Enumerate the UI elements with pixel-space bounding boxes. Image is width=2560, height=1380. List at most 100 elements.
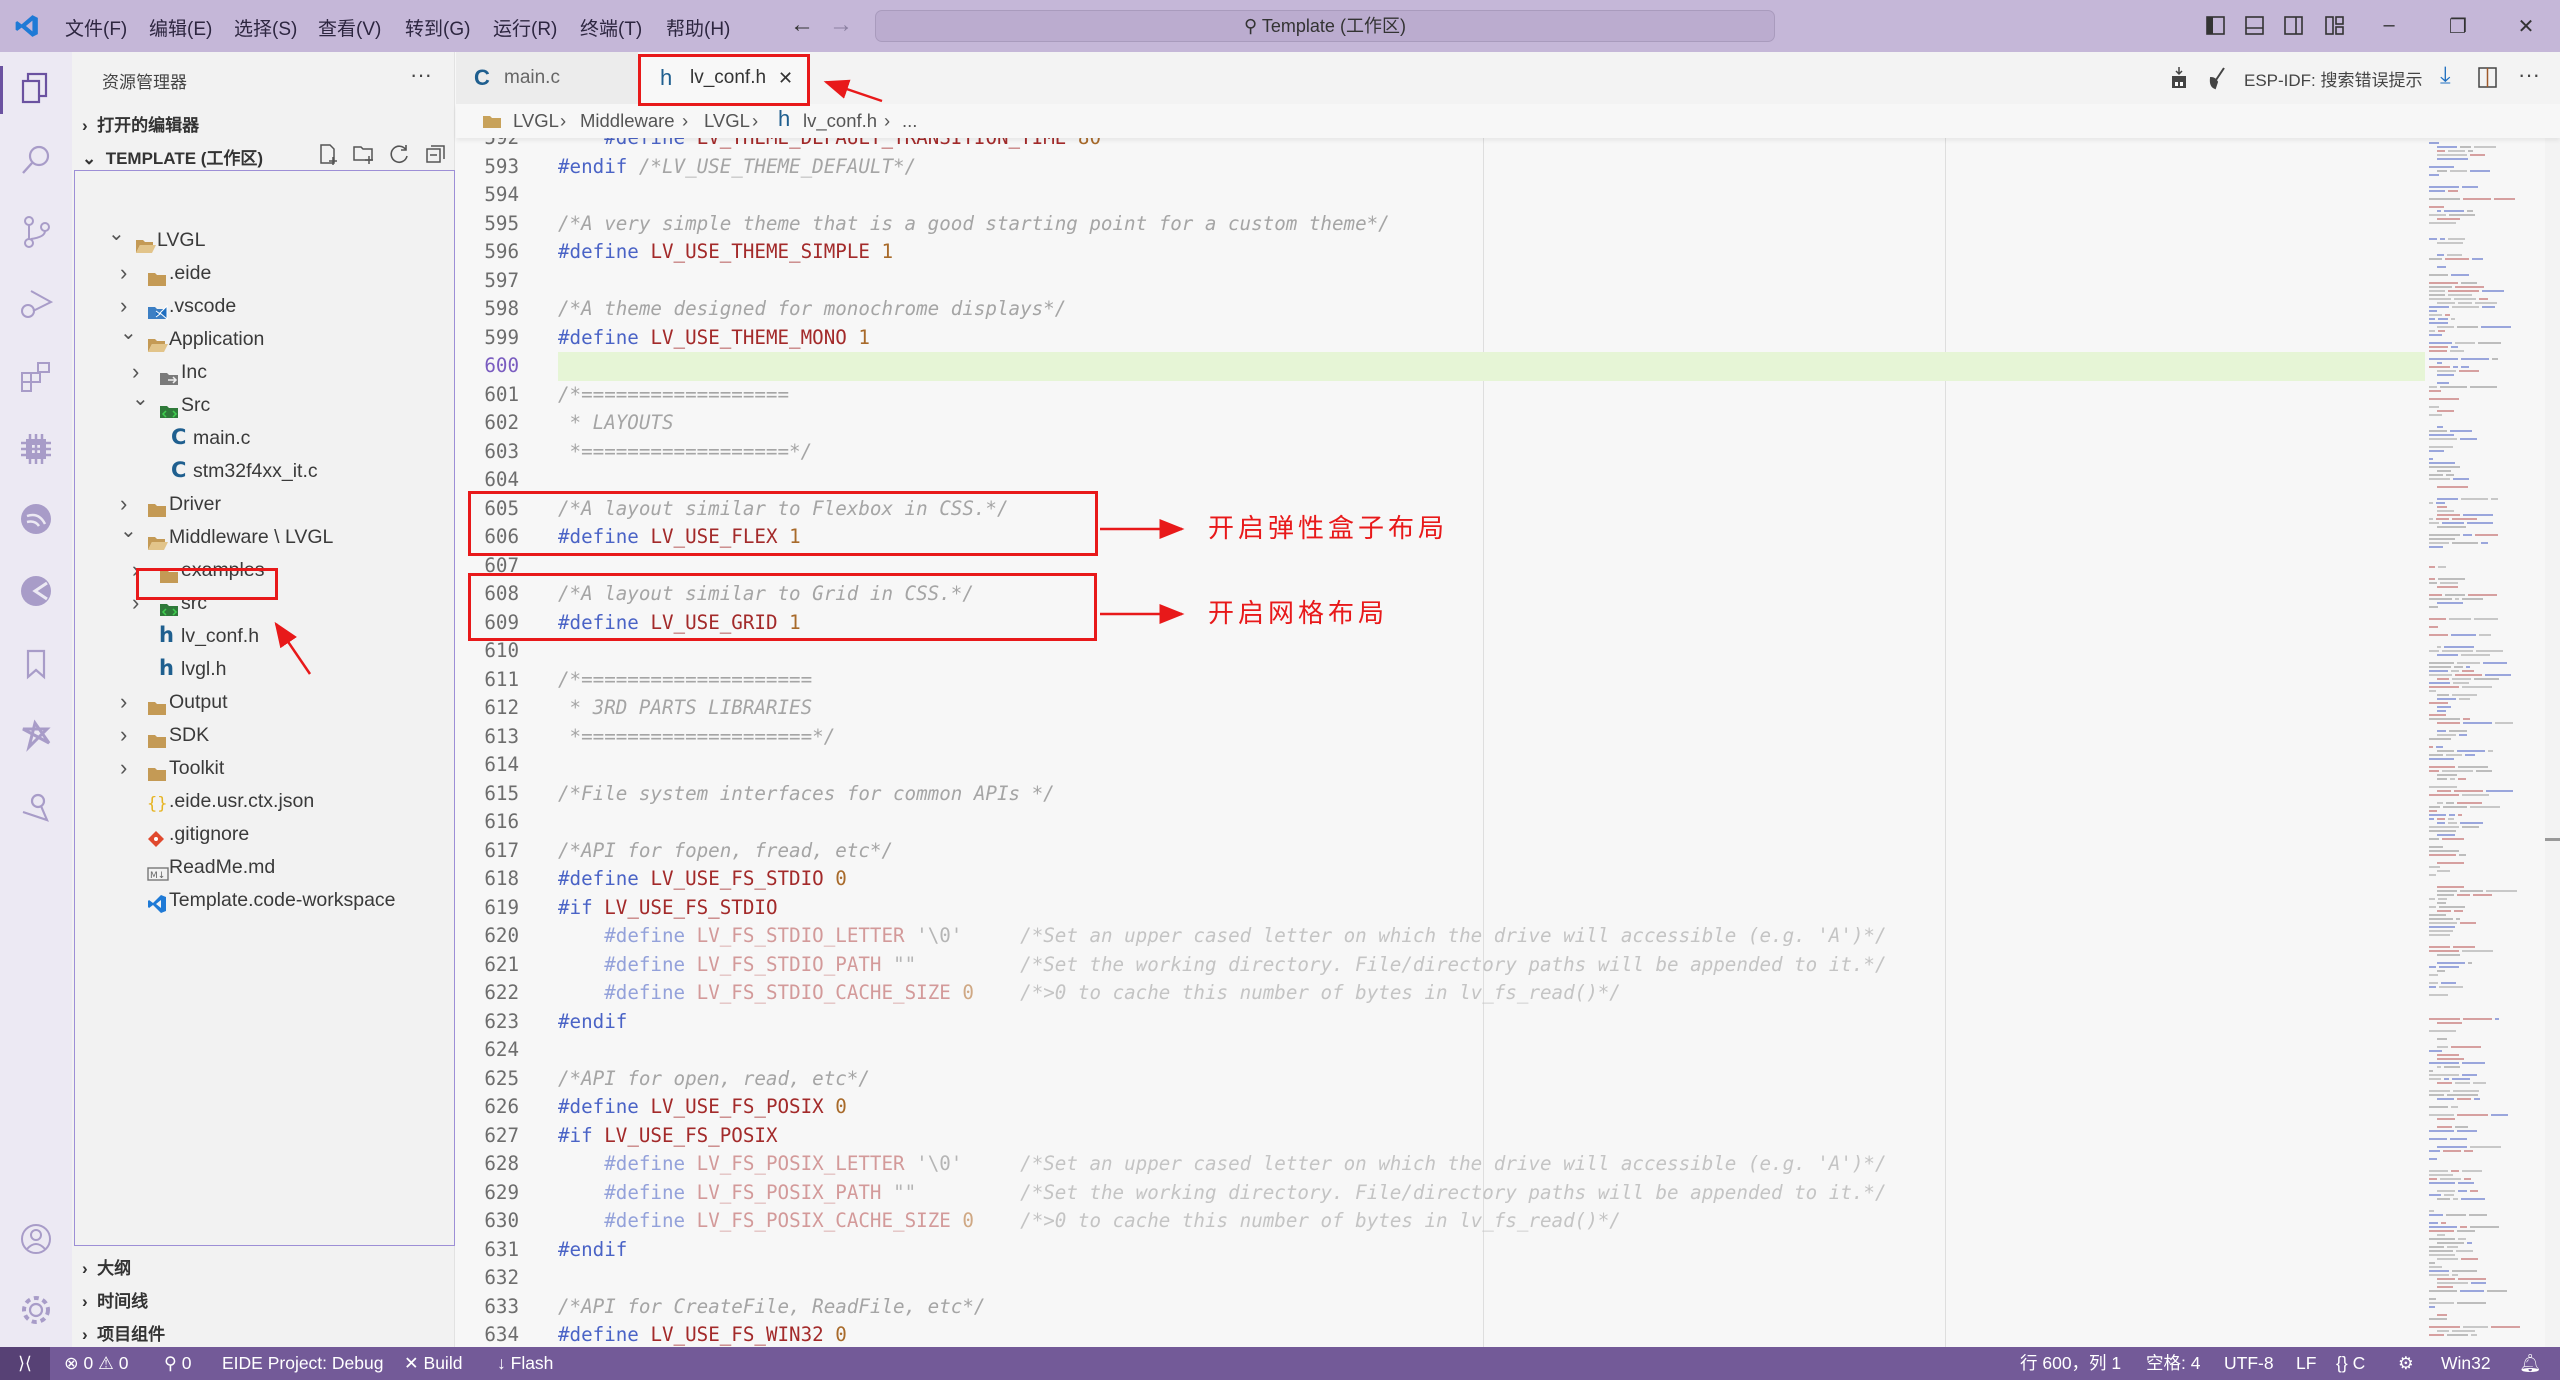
tree-item[interactable]: h lv_conf.h [75,620,454,653]
breadcrumb-item[interactable]: lv_conf.h [803,104,877,138]
tree-item[interactable]: › Output [75,686,454,719]
eide-chip-icon[interactable] [16,429,56,469]
tree-item[interactable]: {} .eide.usr.ctx.json [75,785,454,818]
code-line[interactable]: #if LV_USE_FS_POSIX [558,1122,778,1151]
remote-explorer-icon[interactable] [16,787,56,827]
tree-item[interactable]: .gitignore [75,818,454,851]
eide-clean-icon[interactable] [2206,66,2228,90]
run-debug-icon[interactable] [16,284,56,324]
chevron-down-icon[interactable]: ⌄ [120,515,137,548]
code-line[interactable]: #define LV_FS_POSIX_LETTER '\0' /*Set an… [558,1150,1886,1179]
code-line[interactable]: #define LV_USE_FS_STDIO 0 [558,865,847,894]
tree-item[interactable]: ⌄ Src [75,388,454,422]
build-button[interactable]: ✕ Build [404,1347,462,1380]
extensions-icon[interactable] [16,357,56,397]
code-line[interactable]: #define LV_USE_THEME_SIMPLE 1 [558,238,893,267]
platformio-icon[interactable] [16,571,56,611]
tree-item[interactable]: ⌄ Application [75,322,454,356]
flash-button[interactable]: ↓ Flash [497,1347,553,1380]
open-editors-section[interactable]: › 打开的编辑器 [82,111,199,136]
chevron-down-icon[interactable]: ⌄ [108,218,125,251]
git-graph-icon[interactable] [16,716,56,756]
new-file-icon[interactable] [317,142,341,166]
remote-indicator-icon[interactable]: ⟩⟨ [0,1347,50,1380]
platform[interactable]: Win32 [2441,1347,2491,1380]
tab-main-c[interactable]: C main.c [456,52,638,104]
esp-idf-search-error-button[interactable]: ESP-IDF: 搜索错误提示 [2244,66,2423,91]
tree-item[interactable]: › .eide [75,257,454,290]
code-line[interactable]: /*A layout similar to Grid in CSS.*/ [558,580,974,609]
code-line[interactable]: #endif /*LV_USE_THEME_DEFAULT*/ [558,153,916,182]
search-icon[interactable] [16,140,56,180]
code-line[interactable]: #define LV_FS_STDIO_CACHE_SIZE 0 /*>0 to… [558,979,1621,1008]
code-line[interactable]: #define LV_USE_GRID 1 [558,609,801,638]
menu-run[interactable]: 运行(R) [493,14,557,41]
bookmarks-icon[interactable] [16,644,56,684]
timeline-section[interactable]: › 时间线 [82,1287,148,1312]
refresh-icon[interactable] [388,142,412,166]
close-tab-icon[interactable]: ✕ [778,52,793,104]
tree-item[interactable]: Cmain.c [75,422,454,455]
code-line[interactable]: #define LV_FS_POSIX_PATH "" /*Set the wo… [558,1179,1886,1208]
more-actions-icon[interactable]: ··· [2518,62,2540,88]
vertical-scrollbar[interactable] [2545,138,2560,1347]
code-line[interactable]: * LAYOUTS [558,409,674,438]
menu-go[interactable]: 转到(G) [405,14,470,41]
source-control-icon[interactable] [16,212,56,252]
code-line[interactable]: #define LV_FS_POSIX_CACHE_SIZE 0 /*>0 to… [558,1207,1621,1236]
tree-item[interactable]: ⌄ LVGL [75,223,454,257]
tab-lv-conf-h[interactable]: h lv_conf.h ✕ [638,52,810,104]
chevron-down-icon[interactable]: ⌄ [120,317,137,350]
menu-file[interactable]: 文件(F) [65,14,127,41]
menu-terminal[interactable]: 终端(T) [580,14,642,41]
encoding[interactable]: UTF-8 [2224,1347,2274,1380]
code-line[interactable]: #define LV_USE_FS_WIN32 0 [558,1321,847,1347]
breadcrumb-item[interactable]: Middleware [580,104,675,138]
code-line[interactable]: * 3RD PARTS LIBRARIES [558,694,813,723]
tree-item[interactable]: M↓ ReadMe.md [75,851,454,884]
code-line[interactable]: /*==================== [558,666,812,695]
more-actions-icon[interactable]: ··· [410,62,432,88]
tree-item[interactable]: › examples [75,554,454,587]
tree-item[interactable]: h lvgl.h [75,653,454,686]
chevron-right-icon[interactable]: › [132,586,139,619]
eide-build-icon[interactable] [2168,66,2190,90]
code-line[interactable]: /*File system interfaces for common APIs… [558,780,1055,809]
end-of-line[interactable]: LF [2296,1347,2316,1380]
chevron-right-icon[interactable]: › [120,685,127,718]
language-mode[interactable]: {} C [2336,1347,2365,1380]
new-folder-icon[interactable] [352,142,376,166]
code-line[interactable]: /*API for fopen, fread, etc*/ [558,837,893,866]
account-icon[interactable] [16,1219,56,1259]
breadcrumb-item[interactable]: LVGL [704,104,750,138]
chevron-right-icon[interactable]: › [120,718,127,751]
chevron-right-icon[interactable]: › [132,553,139,586]
chevron-down-icon[interactable]: ⌄ [132,383,149,416]
menu-edit[interactable]: 编辑(E) [149,14,212,41]
project-components-section[interactable]: › 项目组件 [82,1320,165,1345]
menu-selection[interactable]: 选择(S) [234,14,297,41]
tree-item[interactable]: Template.code-workspace [75,884,454,917]
customize-layout-icon[interactable] [2324,15,2346,37]
code-line[interactable]: #endif [558,1008,627,1037]
minimize-icon[interactable]: – [2377,14,2401,37]
code-line[interactable]: #define LV_USE_FS_POSIX 0 [558,1093,847,1122]
tree-item[interactable]: Cstm32f4xx_it.c [75,455,454,488]
code-editor[interactable]: 592 #define LV_THEME_DEFAULT_TRANSITION_… [456,104,2426,1347]
code-line[interactable]: #define LV_FS_STDIO_LETTER '\0' /*Set an… [558,922,1886,951]
toggle-panel-icon[interactable] [2244,15,2266,37]
settings-gear-icon[interactable] [16,1290,56,1330]
code-line[interactable]: /*A theme designed for monochrome displa… [558,295,1066,324]
esp-idf-icon[interactable] [16,499,56,539]
workspace-section[interactable]: ⌄ TEMPLATE (工作区) [82,144,263,169]
explorer-icon[interactable] [16,68,56,108]
chevron-right-icon[interactable]: › [120,751,127,784]
code-line[interactable]: /*A very simple theme that is a good sta… [558,210,1390,239]
c-cpp-status-icon[interactable]: ⚙ [2398,1347,2414,1380]
tree-item[interactable]: ⌄ Middleware \ LVGL [75,520,454,554]
code-line[interactable]: /*API for CreateFile, ReadFile, etc*/ [558,1293,985,1322]
collapse-all-icon[interactable] [424,142,448,166]
tree-item[interactable]: › Toolkit [75,752,454,785]
code-line[interactable]: #define LV_USE_THEME_MONO 1 [558,324,870,353]
code-line[interactable]: #endif [558,1236,627,1265]
